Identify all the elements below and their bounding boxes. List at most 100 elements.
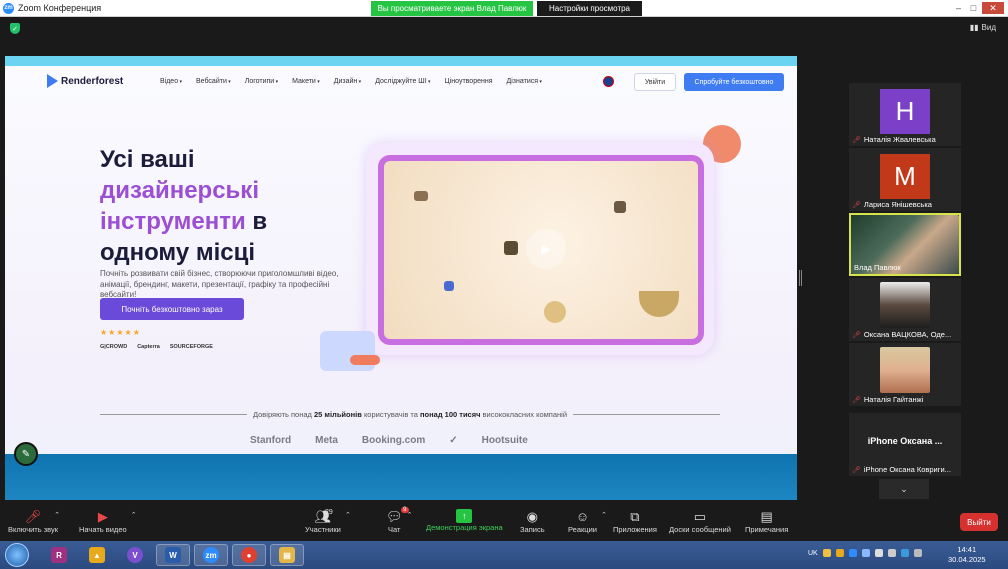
review-sites: G|CROWD Capterra SOURCEFORGE <box>100 344 213 350</box>
mic-muted-icon: 🎤︎ <box>852 466 861 474</box>
taskbar-app-archicad[interactable]: ▲ <box>80 544 114 566</box>
tray-icon[interactable] <box>835 549 844 557</box>
nav-mockups[interactable]: Макети <box>292 78 320 85</box>
video-off-icon: ▶︎ <box>97 509 108 524</box>
hero-video[interactable]: ▶ <box>378 155 704 345</box>
site-nav: Відео Вебсайти Логотипи Макети Дизайн До… <box>160 78 542 85</box>
screen-share-banner: Вы просматриваете экран Влад Павлюк <box>371 1 533 16</box>
mic-muted-icon: 🎤︎ <box>852 136 861 144</box>
security-shield-icon[interactable]: ✓ <box>10 23 20 34</box>
tray-icon[interactable] <box>861 549 870 557</box>
tray-icon[interactable] <box>822 549 831 557</box>
chevron-up-icon[interactable]: ⌃ <box>131 511 137 519</box>
page-bottom-band <box>5 454 797 500</box>
tray-zoom-icon[interactable] <box>848 549 857 557</box>
login-button[interactable]: Увійти <box>634 73 676 91</box>
network-icon[interactable] <box>900 549 909 557</box>
meta-logo: Meta <box>315 435 338 446</box>
taskbar-app-word[interactable]: W <box>156 544 190 566</box>
renderforest-play-icon <box>47 74 58 88</box>
reactions-button[interactable]: ☺︎ Реакции ⌃ <box>568 509 607 534</box>
taskbar-app-zoom[interactable]: zm <box>194 544 228 566</box>
window-controls: – □ ✕ <box>952 2 1004 14</box>
nav-websites[interactable]: Вебсайти <box>196 78 231 85</box>
trust-text: Довіряють понад 25 мільйонів користувачі… <box>252 410 568 419</box>
chevron-up-icon[interactable]: ⌃ <box>601 511 607 519</box>
participants-button[interactable]: 👥︎ 29 Участники ⌃ <box>305 509 351 534</box>
annotate-pencil-icon[interactable]: ✎ <box>14 442 38 466</box>
zoom-icon: zm <box>203 547 219 563</box>
whiteboards-button[interactable]: ▭ Доски сообщений <box>669 509 731 534</box>
leave-button[interactable]: Выйти <box>960 513 998 531</box>
nav-video[interactable]: Відео <box>160 78 182 85</box>
divider <box>100 414 247 415</box>
flag-icon[interactable] <box>874 549 883 557</box>
floating-chip <box>414 191 428 201</box>
meeting-topbar: ✓ ▮▮ Вид <box>0 18 1008 38</box>
whiteboard-icon: ▭ <box>693 509 707 524</box>
mic-off-icon: 🎤︎ <box>24 509 42 524</box>
share-screen-button[interactable]: ↑ Демонстрация экрана <box>426 509 503 532</box>
participant-tile[interactable]: 🎤︎ Оксана ВАЦКОВА, Оде... <box>849 278 961 341</box>
floating-chip <box>614 201 626 213</box>
participant-tile[interactable]: M 🎤︎ Лариса Янішевська <box>849 148 961 211</box>
taskbar-app-explorer[interactable]: ▤ <box>270 544 304 566</box>
nav-learn[interactable]: Дізнатися <box>507 78 542 85</box>
nav-pricing[interactable]: Ціноутворення <box>445 78 493 85</box>
language-indicator[interactable]: UK <box>808 550 818 557</box>
nav-ai[interactable]: Досліджуйте ШІ <box>375 78 430 85</box>
taskbar-app-winrar[interactable]: R <box>42 544 76 566</box>
nav-logos[interactable]: Логотипи <box>245 78 278 85</box>
notes-button[interactable]: ▤ Примечания <box>745 509 788 534</box>
participant-tile[interactable]: H 🎤︎ Наталія Жвалевська <box>849 83 961 146</box>
hero-line-1: Усі ваші <box>100 146 195 173</box>
participant-name: 🎤︎ iPhone Оксана Ковриги... <box>852 465 951 474</box>
maximize-icon[interactable]: □ <box>967 2 980 14</box>
floating-chip <box>444 281 454 291</box>
reactions-icon: ☺︎ <box>575 509 590 524</box>
chevron-up-icon[interactable]: ⌃ <box>407 511 413 519</box>
start-button-icon[interactable] <box>5 543 29 567</box>
nav-design[interactable]: Дизайн <box>334 78 361 85</box>
chevron-up-icon[interactable]: ⌃ <box>345 511 351 519</box>
unmute-button[interactable]: 🎤︎ Включить звук ⌃ <box>8 509 60 534</box>
system-clock[interactable]: 14:41 30.04.2025 <box>948 545 986 565</box>
participant-tile[interactable]: 🎤︎ Наталія Гайтанжі <box>849 343 961 406</box>
start-free-button[interactable]: Почніть безкоштовно зараз <box>100 298 244 320</box>
stanford-logo: Stanford <box>250 435 292 446</box>
participant-tile[interactable]: iPhone Оксана ... 🎤︎ iPhone Оксана Ковриг… <box>849 413 961 476</box>
hootsuite-logo: Hootsuite <box>481 435 528 446</box>
mic-muted-icon: 🎤︎ <box>852 201 861 209</box>
gallery-scroll-down-icon[interactable]: ⌄ <box>879 479 929 499</box>
record-button[interactable]: ◉ Запись <box>520 509 545 534</box>
volume-icon[interactable] <box>887 549 896 557</box>
view-button[interactable]: ▮▮ Вид <box>970 23 996 32</box>
windows-taskbar: R ▲ V W zm ● ▤ UK 14:41 30.04.2025 <box>0 541 1008 569</box>
splitter-handle[interactable] <box>799 270 802 286</box>
renderforest-logo[interactable]: Renderforest <box>47 74 123 88</box>
taskbar-app-viber[interactable]: V <box>118 544 152 566</box>
meeting-toolbar: 🎤︎ Включить звук ⌃ ▶︎ Начать видео ⌃ 👥︎ … <box>0 503 1008 541</box>
share-screen-icon: ↑ <box>456 509 473 523</box>
close-icon[interactable]: ✕ <box>982 2 1004 14</box>
participant-tile-active[interactable]: Влад Павлюк <box>849 213 961 276</box>
try-free-button[interactable]: Спробуйте безкоштовно <box>684 73 784 91</box>
language-flag-icon[interactable] <box>603 76 614 87</box>
reactions-label: Реакции <box>568 525 597 534</box>
participant-name: 🎤︎ Наталія Жвалевська <box>852 135 936 144</box>
apps-button[interactable]: ⧉ Приложения <box>613 509 657 534</box>
view-settings-button[interactable]: Настройки просмотра <box>537 1 642 16</box>
participant-name: 🎤︎ Наталія Гайтанжі <box>852 395 924 404</box>
minimize-icon[interactable]: – <box>952 2 965 14</box>
avatar: M <box>880 154 930 199</box>
chat-button[interactable]: 💬︎ 9 Чат ⌃ <box>386 507 413 534</box>
speaker-icon[interactable] <box>913 549 922 557</box>
hero-line-3a: інструменти <box>100 208 246 235</box>
chevron-up-icon[interactable]: ⌃ <box>54 511 60 519</box>
start-video-button[interactable]: ▶︎ Начать видео ⌃ <box>79 509 137 534</box>
chat-icon: 💬︎ <box>386 509 403 524</box>
taskbar-app-chrome[interactable]: ● <box>232 544 266 566</box>
hero-line-3b: в <box>245 208 268 235</box>
chrome-icon: ● <box>241 547 257 563</box>
video-play-icon[interactable]: ▶ <box>526 229 566 269</box>
